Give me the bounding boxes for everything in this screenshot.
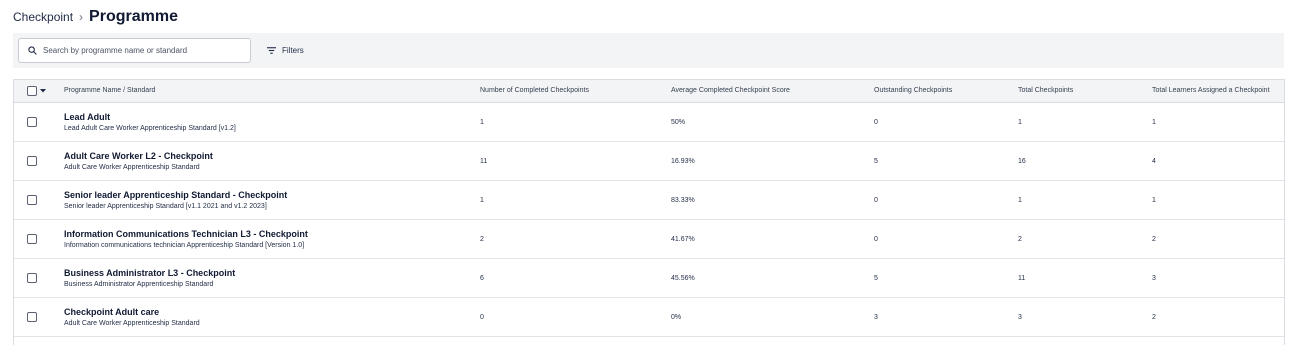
programme-standard: Adult Care Worker Apprenticeship Standar… [64, 319, 200, 327]
column-header-learners[interactable]: Total Learners Assigned a Checkpoint [1152, 80, 1270, 102]
outstanding-checkpoints: 0 [874, 235, 878, 243]
completed-checkpoints: 1 [480, 118, 484, 126]
table-row[interactable]: Business Administrator L3 - Checkpoint B… [14, 259, 1284, 298]
programme-name[interactable]: Information Communications Technician L3… [64, 228, 308, 240]
total-checkpoints: 3 [1018, 313, 1022, 321]
table-row[interactable]: Senior leader Apprenticeship Standard - … [14, 181, 1284, 220]
search-box[interactable] [18, 38, 251, 63]
total-checkpoints: 16 [1018, 157, 1026, 165]
average-score: 45.56% [671, 274, 695, 282]
total-learners: 3 [1152, 274, 1156, 282]
caret-down-icon[interactable] [40, 89, 46, 93]
row-checkbox[interactable] [27, 312, 37, 322]
programme-standard: Adult Care Worker Apprenticeship Standar… [64, 163, 200, 171]
completed-checkpoints: 0 [480, 313, 484, 321]
completed-checkpoints: 11 [480, 157, 488, 165]
average-score: 0% [671, 313, 682, 321]
programme-cell: Senior leader Apprenticeship Standard - … [64, 181, 287, 219]
programme-name[interactable]: Senior leader Apprenticeship Standard - … [64, 189, 287, 201]
search-input[interactable] [43, 46, 233, 55]
average-score: 16.93% [671, 157, 695, 165]
row-checkbox[interactable] [27, 234, 37, 244]
total-learners: 2 [1152, 313, 1156, 321]
programme-name[interactable]: Adult Care Worker L2 - Checkpoint [64, 150, 213, 162]
table-header: Programme Name / Standard Number of Comp… [14, 80, 1284, 103]
total-checkpoints: 1 [1018, 118, 1022, 126]
average-score: 50% [671, 118, 686, 126]
breadcrumb: Checkpoint › Programme [13, 7, 178, 27]
programme-cell: Lead Adult Lead Adult Care Worker Appren… [64, 103, 236, 141]
select-all [27, 86, 46, 96]
programme-name[interactable]: Lead Adult [64, 111, 110, 123]
outstanding-checkpoints: 5 [874, 157, 878, 165]
total-learners: 4 [1152, 157, 1156, 165]
outstanding-checkpoints: 3 [874, 313, 878, 321]
toolbar: Filters [13, 33, 1284, 68]
completed-checkpoints: 6 [480, 274, 484, 282]
total-checkpoints: 2 [1018, 235, 1022, 243]
row-checkbox[interactable] [27, 273, 37, 283]
breadcrumb-parent-link[interactable]: Checkpoint [13, 10, 73, 24]
breadcrumb-separator-icon: › [79, 10, 84, 24]
column-header-total[interactable]: Total Checkpoints [1018, 80, 1073, 102]
average-score: 83.33% [671, 196, 695, 204]
programme-standard: Business Administrator Apprenticeship St… [64, 280, 214, 288]
table-row[interactable]: Information Communications Technician L3… [14, 220, 1284, 259]
programme-cell: Adult Care Worker L2 - Checkpoint Adult … [64, 142, 213, 180]
filters-button[interactable]: Filters [267, 44, 304, 56]
programme-standard: Senior leader Apprenticeship Standard [v… [64, 202, 267, 210]
total-learners: 1 [1152, 196, 1156, 204]
column-header-programme[interactable]: Programme Name / Standard [64, 80, 155, 102]
column-header-completed[interactable]: Number of Completed Checkpoints [480, 80, 589, 102]
total-learners: 2 [1152, 235, 1156, 243]
programme-cell: Checkpoint Adult care Adult Care Worker … [64, 298, 200, 336]
total-learners: 1 [1152, 118, 1156, 126]
column-header-average-score[interactable]: Average Completed Checkpoint Score [671, 80, 790, 102]
total-checkpoints: 11 [1018, 274, 1026, 282]
programme-name[interactable]: Business Administrator L3 - Checkpoint [64, 267, 235, 279]
table-row[interactable]: Checkpoint Adult care Adult Care Worker … [14, 298, 1284, 337]
programme-standard: Information communications technician Ap… [64, 241, 305, 249]
filters-label: Filters [282, 45, 304, 55]
outstanding-checkpoints: 0 [874, 196, 878, 204]
table-row[interactable]: Lead Adult Lead Adult Care Worker Appren… [14, 103, 1284, 142]
completed-checkpoints: 2 [480, 235, 484, 243]
page-title: Programme [89, 8, 178, 25]
programme-cell: Business Administrator L3 - Checkpoint B… [64, 259, 235, 297]
row-checkbox[interactable] [27, 117, 37, 127]
total-checkpoints: 1 [1018, 196, 1022, 204]
programme-standard: Lead Adult Care Worker Apprenticeship St… [64, 124, 236, 132]
programme-cell: Information Communications Technician L3… [64, 220, 308, 258]
select-all-checkbox[interactable] [27, 86, 37, 96]
filter-lines-icon [267, 46, 276, 54]
outstanding-checkpoints: 5 [874, 274, 878, 282]
average-score: 41.67% [671, 235, 695, 243]
programme-table: Programme Name / Standard Number of Comp… [13, 79, 1285, 345]
programme-name[interactable]: Checkpoint Adult care [64, 306, 159, 318]
column-header-outstanding[interactable]: Outstanding Checkpoints [874, 80, 952, 102]
table-row[interactable]: Adult Care Worker L2 - Checkpoint Adult … [14, 142, 1284, 181]
row-checkbox[interactable] [27, 156, 37, 166]
completed-checkpoints: 1 [480, 196, 484, 204]
search-icon [28, 46, 37, 55]
row-checkbox[interactable] [27, 195, 37, 205]
outstanding-checkpoints: 0 [874, 118, 878, 126]
